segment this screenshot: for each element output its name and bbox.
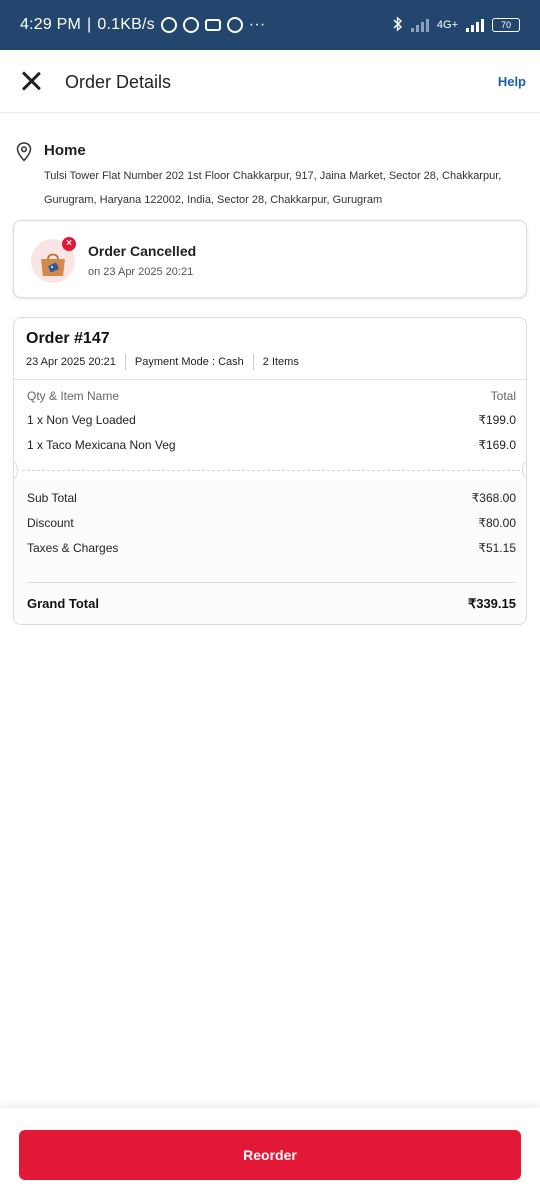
column-total: Total [490, 389, 516, 403]
list-item: 1 x Non Veg Loaded ₹199.0 [14, 408, 526, 433]
signal-sim2-icon [466, 18, 484, 32]
dashed-divider [22, 470, 520, 471]
summary-row: Taxes & Charges ₹51.15 [14, 537, 526, 559]
status-net-speed: 0.1KB/s [97, 16, 155, 33]
gallery-icon [204, 19, 221, 31]
ticket-notch [522, 461, 526, 479]
page-title: Order Details [65, 72, 172, 92]
summary-label: Sub Total [27, 491, 77, 505]
address-label: Home [44, 142, 86, 159]
location-pin-icon [16, 142, 32, 162]
app-header: Order Details Help [0, 50, 540, 113]
ticket-notch [14, 461, 18, 479]
item-name: 1 x Non Veg Loaded [27, 413, 136, 427]
reorder-button[interactable]: Reorder [19, 1130, 521, 1180]
meta-divider [252, 354, 254, 370]
column-item: Qty & Item Name [27, 389, 120, 403]
summary-value: ₹51.15 [478, 541, 516, 555]
app-notification-icon [226, 17, 243, 33]
item-name: 1 x Taco Mexicana Non Veg [27, 438, 176, 452]
bottom-action-bar: Reorder [0, 1108, 540, 1200]
network-type-label: 4G+ [436, 19, 458, 31]
order-status-date: on 23 Apr 2025 20:21 [88, 266, 194, 278]
grand-total-label: Grand Total [27, 596, 99, 611]
meta-divider [124, 354, 126, 370]
help-link[interactable]: Help [498, 74, 526, 89]
shopping-bag-icon [41, 253, 65, 276]
summary-value: ₹368.00 [471, 491, 516, 505]
alarm-icon [160, 17, 177, 33]
grand-total-value: ₹339.15 [467, 596, 516, 611]
summary-label: Taxes & Charges [27, 541, 119, 555]
status-bar: 4:29 PM | 0.1KB/s ··· 4G+ 70 [0, 0, 540, 50]
grand-total-row: Grand Total ₹339.15 [14, 594, 526, 614]
order-datetime: 23 Apr 2025 20:21 [26, 356, 116, 368]
summary-label: Discount [27, 516, 74, 530]
order-meta: 23 Apr 2025 20:21 Payment Mode : Cash 2 … [26, 354, 299, 370]
battery-icon: 70 [492, 18, 520, 32]
list-item: 1 x Taco Mexicana Non Veg ₹169.0 [14, 433, 526, 458]
close-icon[interactable] [18, 67, 46, 95]
payment-mode: Payment Mode : Cash [134, 356, 244, 368]
summary-row: Sub Total ₹368.00 [14, 487, 526, 509]
items-header: Qty & Item Name Total [14, 380, 526, 404]
item-price: ₹169.0 [478, 438, 516, 452]
status-separator: | [87, 16, 92, 33]
order-status-title: Order Cancelled [88, 243, 197, 259]
item-count: 2 Items [262, 356, 299, 368]
grand-total-divider [26, 582, 516, 583]
signal-sim1-icon [410, 18, 429, 32]
order-status-card: × Order Cancelled on 23 Apr 2025 20:21 [13, 220, 527, 298]
messenger-icon [182, 17, 199, 33]
order-summary-card: Order #147 23 Apr 2025 20:21 Payment Mod… [13, 317, 527, 625]
status-right: 4G+ 70 [393, 15, 520, 35]
bluetooth-icon [393, 15, 403, 35]
more-notifications-icon: ··· [248, 16, 266, 33]
status-left: 4:29 PM | 0.1KB/s ··· [20, 16, 265, 34]
order-number: Order #147 [26, 330, 110, 347]
item-price: ₹199.0 [478, 413, 516, 427]
summary-row: Discount ₹80.00 [14, 512, 526, 534]
address-text: Tulsi Tower Flat Number 202 1st Floor Ch… [44, 170, 502, 206]
status-time: 4:29 PM [20, 16, 81, 33]
cancel-badge-icon: × [62, 237, 76, 251]
summary-value: ₹80.00 [478, 516, 516, 530]
